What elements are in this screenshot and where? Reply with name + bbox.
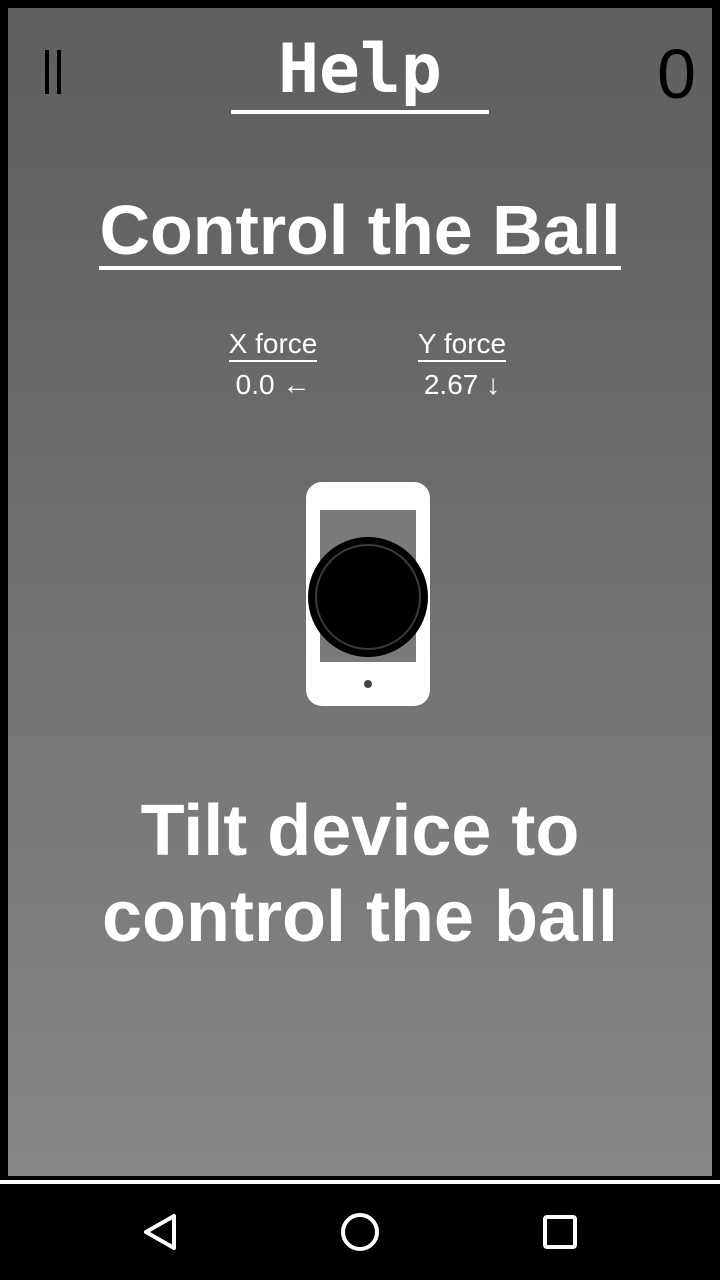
instruction-line-1: Tilt device to — [140, 791, 580, 871]
back-button[interactable] — [132, 1204, 188, 1260]
phone-tilt-ball-icon — [302, 478, 434, 710]
phone-home-dot-icon — [364, 680, 372, 688]
home-circle-icon — [341, 1213, 379, 1251]
x-force-label: X force — [228, 328, 318, 362]
page-title: Help — [231, 30, 489, 114]
x-force-value: 0.0 ← — [235, 369, 311, 400]
help-heading: Control the Ball — [8, 190, 712, 270]
recents-square-icon — [543, 1215, 577, 1249]
recents-button[interactable] — [532, 1204, 588, 1260]
home-button[interactable] — [332, 1204, 388, 1260]
help-screen: Help 0 Control the Ball X force 0.0 ← Y … — [4, 4, 716, 1180]
pause-icon — [45, 50, 49, 94]
y-force-readout: Y force 2.67 ↓ — [382, 328, 542, 402]
pause-button[interactable] — [36, 50, 70, 98]
instruction-text: Tilt device to control the ball — [8, 788, 712, 960]
system-nav-bar — [0, 1184, 720, 1280]
y-force-label: Y force — [417, 328, 507, 362]
back-triangle-icon — [144, 1214, 176, 1250]
y-force-value: 2.67 ↓ — [423, 369, 501, 400]
pause-icon-bar — [57, 50, 61, 94]
x-force-readout: X force 0.0 ← — [193, 328, 353, 402]
ball-icon — [308, 537, 428, 657]
score-counter: 0 — [657, 35, 696, 113]
instruction-line-2: control the ball — [101, 877, 619, 957]
help-heading-text: Control the Ball — [99, 191, 621, 270]
